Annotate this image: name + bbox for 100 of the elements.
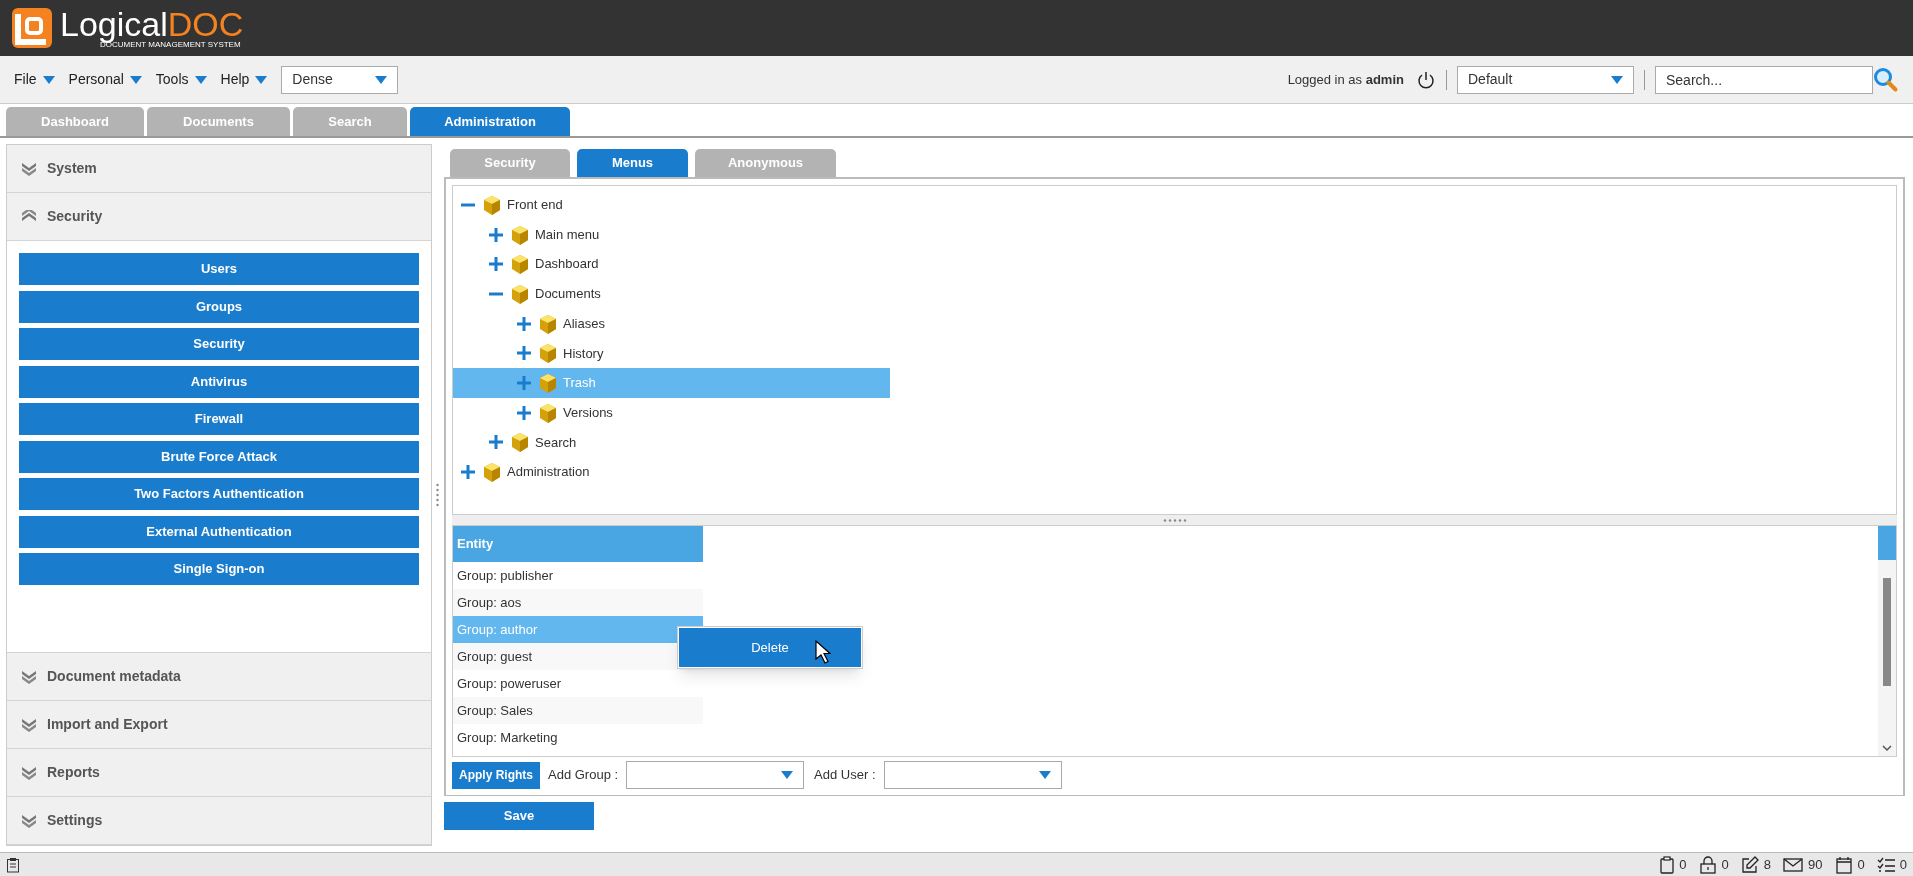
tree-node-label: Aliases bbox=[563, 314, 605, 333]
accordion-header[interactable]: Reports bbox=[7, 749, 431, 797]
menu-button[interactable]: Personal bbox=[68, 69, 142, 90]
tree-row[interactable]: Documents bbox=[453, 279, 890, 309]
caret-icon bbox=[42, 75, 55, 84]
apply-rights-button[interactable]: Apply Rights bbox=[452, 761, 540, 789]
header-corner bbox=[1878, 526, 1896, 560]
security-menu-button[interactable]: External Authentication bbox=[19, 515, 419, 548]
status-count: 0 bbox=[1899, 855, 1907, 874]
table-cell[interactable]: Group: Sales bbox=[453, 697, 703, 724]
cube-icon bbox=[537, 342, 559, 365]
tree-row[interactable]: Main menu bbox=[453, 219, 890, 250]
expand-icon[interactable] bbox=[489, 435, 503, 450]
status-count: 8 bbox=[1763, 855, 1772, 874]
caret-icon bbox=[1038, 771, 1051, 779]
accordion-header[interactable]: Document metadata bbox=[7, 653, 431, 701]
menu-button[interactable]: Tools bbox=[155, 69, 207, 90]
expand-icon bbox=[21, 161, 37, 176]
cube-icon bbox=[509, 223, 531, 246]
splitter-handle[interactable] bbox=[435, 483, 439, 507]
tree-node-label: History bbox=[563, 344, 604, 363]
caret-icon bbox=[781, 771, 794, 779]
splitter-handle[interactable] bbox=[1162, 518, 1187, 522]
tree-node-label: Documents bbox=[535, 285, 601, 304]
clipboard-icon[interactable] bbox=[6, 856, 20, 873]
search-icon[interactable] bbox=[1873, 66, 1899, 93]
tree-row[interactable]: Versions bbox=[453, 397, 890, 428]
security-menu-button[interactable]: Antivirus bbox=[19, 365, 419, 398]
tree-node-label: Dashboard bbox=[535, 255, 599, 274]
tree-node-label: Search bbox=[535, 433, 577, 452]
status-count: 90 bbox=[1808, 855, 1823, 874]
tree-row[interactable]: Administration bbox=[453, 457, 890, 487]
add-group-label: Add Group : bbox=[548, 766, 619, 785]
expand-icon[interactable] bbox=[489, 227, 503, 242]
table-cell[interactable]: Group: aos bbox=[453, 589, 703, 616]
table-cell[interactable]: Group: guest bbox=[453, 643, 703, 670]
accordion-header[interactable]: Import and Export bbox=[7, 701, 431, 749]
status-count: 0 bbox=[1721, 855, 1729, 874]
power-icon[interactable] bbox=[1416, 69, 1436, 90]
add-user-select[interactable] bbox=[883, 761, 1062, 789]
tree-node-label: Front end bbox=[507, 196, 563, 215]
mouse-cursor-icon bbox=[815, 640, 831, 664]
envelope-icon[interactable] bbox=[1783, 856, 1804, 873]
scroll-down-icon[interactable] bbox=[1882, 744, 1892, 752]
expand-icon[interactable] bbox=[517, 346, 531, 361]
security-menu-button[interactable]: Two Factors Authentication bbox=[19, 478, 419, 510]
tree-row[interactable]: Aliases bbox=[453, 308, 890, 339]
logo-icon bbox=[10, 6, 54, 50]
tree-row[interactable]: Front end bbox=[453, 190, 890, 220]
login-status: Logged in as admin bbox=[1287, 70, 1404, 89]
cube-icon bbox=[509, 431, 531, 454]
add-user-label: Add User : bbox=[814, 766, 876, 785]
expand-icon[interactable] bbox=[489, 257, 503, 272]
accordion-header[interactable]: Security bbox=[7, 193, 431, 241]
security-menu-button[interactable]: Users bbox=[19, 253, 419, 285]
caret-icon bbox=[375, 75, 388, 84]
lock-icon[interactable] bbox=[1698, 855, 1717, 874]
expand-icon[interactable] bbox=[461, 465, 475, 480]
caret-icon bbox=[255, 75, 268, 84]
tree-node-label: Trash bbox=[563, 374, 596, 393]
checklist-icon[interactable] bbox=[1876, 856, 1895, 873]
scrollbar[interactable] bbox=[1878, 526, 1896, 756]
expand-icon[interactable] bbox=[517, 316, 531, 331]
security-menu-button[interactable]: Groups bbox=[19, 290, 419, 323]
expand-icon[interactable] bbox=[517, 405, 531, 420]
add-group-select[interactable] bbox=[626, 761, 805, 789]
caret-icon bbox=[129, 75, 142, 84]
edit-icon[interactable] bbox=[1740, 855, 1759, 874]
security-menu-button[interactable]: Security bbox=[19, 328, 419, 360]
search-field[interactable]: Search... bbox=[1655, 65, 1873, 94]
accordion-header[interactable]: Settings bbox=[7, 797, 431, 845]
density-select[interactable]: Dense bbox=[281, 65, 399, 94]
context-menu-item[interactable]: Delete bbox=[679, 628, 861, 667]
save-button[interactable]: Save bbox=[444, 802, 594, 830]
tree-node-label: Administration bbox=[507, 463, 590, 482]
cube-icon bbox=[509, 253, 531, 276]
tree-row[interactable]: Search bbox=[453, 427, 890, 458]
expand-icon bbox=[21, 717, 37, 732]
caret-icon bbox=[194, 75, 207, 84]
calendar-icon[interactable] bbox=[1834, 855, 1853, 874]
logo-text: LogicalDOC bbox=[60, 7, 244, 41]
cube-icon bbox=[537, 401, 559, 424]
status-count: 0 bbox=[1857, 855, 1865, 874]
collapse-icon bbox=[21, 209, 37, 224]
security-menu-button[interactable]: Firewall bbox=[19, 403, 419, 435]
tree-node-label: Versions bbox=[563, 403, 613, 422]
caret-icon bbox=[1611, 75, 1623, 84]
clipboard-icon[interactable] bbox=[1660, 855, 1675, 874]
menu-button[interactable]: File bbox=[14, 69, 55, 90]
accordion-header[interactable]: System bbox=[7, 145, 431, 193]
main-tab[interactable]: Administration bbox=[410, 107, 570, 136]
menu-button[interactable]: Help bbox=[220, 69, 268, 90]
status-count: 0 bbox=[1679, 855, 1687, 874]
sub-tab[interactable]: Menus bbox=[577, 149, 688, 177]
tree-row[interactable]: History bbox=[453, 338, 890, 369]
security-menu-button[interactable]: Single Sign-on bbox=[19, 553, 419, 585]
workspace-select[interactable]: Default bbox=[1457, 65, 1634, 94]
tree-row[interactable]: Dashboard bbox=[453, 249, 890, 280]
security-menu-button[interactable]: Brute Force Attack bbox=[19, 440, 419, 473]
scrollbar-thumb[interactable] bbox=[1883, 578, 1891, 686]
